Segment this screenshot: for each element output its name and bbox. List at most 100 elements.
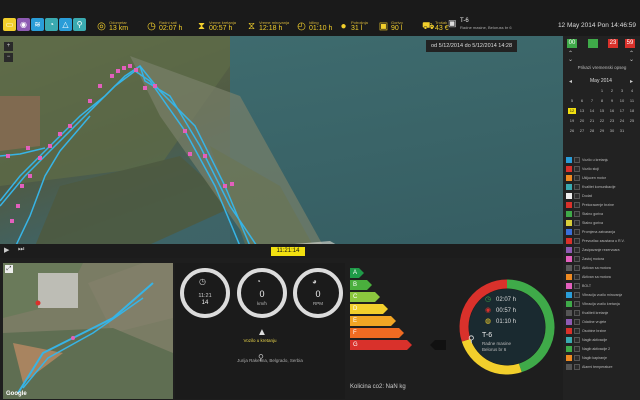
layers-icon[interactable]: ≋ — [31, 18, 44, 31]
expand-icon[interactable]: ⤢ — [5, 265, 13, 273]
calendar-day[interactable]: 8 — [598, 98, 606, 104]
legend-item[interactable]: Nagib kapiranje — [566, 354, 638, 362]
calendar-day[interactable]: 20 — [578, 118, 586, 124]
calendar-day[interactable]: 24 — [618, 118, 626, 124]
mini-map[interactable]: ⤢ — [3, 263, 173, 399]
play-button[interactable]: ▶ — [4, 246, 13, 255]
calendar-day[interactable]: 3 — [618, 88, 626, 94]
route-marker[interactable] — [188, 152, 192, 156]
eye-icon[interactable]: ◉ — [17, 18, 30, 31]
calendar-day[interactable]: 26 — [568, 128, 576, 134]
route-marker[interactable] — [183, 129, 187, 133]
warning-icon[interactable]: △ — [59, 18, 72, 31]
route-marker[interactable] — [110, 74, 114, 78]
calendar-day[interactable]: 14 — [588, 108, 596, 114]
route-marker[interactable] — [116, 69, 120, 73]
route-marker[interactable] — [88, 99, 92, 103]
clock-minutes-value[interactable]: 23 — [608, 39, 618, 48]
calendar-day[interactable]: 27 — [578, 128, 586, 134]
route-marker[interactable] — [6, 154, 10, 158]
legend-item[interactable]: Dodati — [566, 192, 638, 200]
legend-item[interactable]: Vozilo stoji — [566, 165, 638, 173]
calendar-day[interactable]: 13 — [578, 108, 586, 114]
route-marker[interactable] — [10, 219, 14, 223]
calendar-day[interactable]: 7 — [588, 98, 596, 104]
legend-item[interactable]: Vibracija vozilo mirovanja — [566, 291, 638, 299]
legend-item[interactable]: Aktivan sa motora — [566, 273, 638, 281]
time-range-title[interactable]: Prikazi vremenski opseg — [567, 65, 637, 70]
route-marker[interactable] — [58, 132, 62, 136]
calendar-day[interactable]: 1 — [598, 88, 606, 94]
down-arrow-icon[interactable]: ⌄ — [568, 56, 573, 63]
step-button[interactable]: ⏭ — [18, 246, 27, 255]
legend-item[interactable]: Vibracija vozilo kretanja — [566, 300, 638, 308]
route-marker[interactable] — [223, 184, 227, 188]
calendar-day[interactable]: 31 — [618, 128, 626, 134]
calendar-day[interactable]: 28 — [588, 128, 596, 134]
satellite-map[interactable]: + − — [0, 36, 563, 258]
calendar-day[interactable]: 18 — [628, 108, 636, 114]
legend-item[interactable]: Prevozilac zaustava u R.V. — [566, 237, 638, 245]
legend-item[interactable]: Prekoracenje brzine — [566, 201, 638, 209]
playback-time[interactable]: 11:21:14 — [271, 247, 305, 256]
legend-item[interactable]: Odatine vrujete — [566, 318, 638, 326]
legend-item[interactable]: Nagib aktivacije 2 — [566, 345, 638, 353]
calendar-day[interactable]: 4 — [628, 88, 636, 94]
calendar-day[interactable]: 5 — [568, 98, 576, 104]
route-marker[interactable] — [38, 156, 42, 160]
legend-item[interactable]: Vozilo u kretanju — [566, 156, 638, 164]
route-marker[interactable] — [122, 66, 126, 70]
legend-item[interactable]: Aktivan sa motora — [566, 264, 638, 272]
legend-item[interactable]: Promjena zatvaranja — [566, 228, 638, 236]
calendar-day[interactable]: 10 — [618, 98, 626, 104]
route-marker[interactable] — [68, 124, 72, 128]
calendar-day[interactable]: 23 — [608, 118, 616, 124]
legend-item[interactable]: Zasipavanje rezervoara — [566, 246, 638, 254]
zoom-out-button[interactable]: − — [4, 53, 13, 62]
calendar-day[interactable]: 17 — [618, 108, 626, 114]
legend-item[interactable]: Osobine brzine — [566, 327, 638, 335]
zoom-in-button[interactable]: + — [4, 42, 13, 51]
calendar-day[interactable]: 22 — [598, 118, 606, 124]
legend-item[interactable]: Nagib aktivacije — [566, 336, 638, 344]
route-marker[interactable] — [134, 68, 138, 72]
vehicle-info[interactable]: ▣ T-6 Radne masine, Beloruss br 6 — [448, 18, 512, 31]
route-marker[interactable] — [153, 84, 157, 88]
pin-icon[interactable]: ⚲ — [73, 18, 86, 31]
calendar-day[interactable]: 16 — [608, 108, 616, 114]
clock-hours[interactable]: 00 — [567, 39, 577, 48]
legend-item[interactable]: Stalno goriva — [566, 219, 638, 227]
route-marker[interactable] — [26, 146, 30, 150]
route-marker[interactable] — [143, 86, 147, 90]
calendar-day[interactable]: 19 — [568, 118, 576, 124]
gauge-icon[interactable]: ◔ — [45, 18, 58, 31]
calendar-prev-icon[interactable]: ◂ — [569, 78, 572, 85]
chat-icon[interactable]: ▭ — [3, 18, 16, 31]
calendar-next-icon[interactable]: ▸ — [630, 78, 633, 85]
route-marker[interactable] — [16, 204, 20, 208]
legend-item[interactable]: Alarmi temperature — [566, 363, 638, 371]
calendar-day[interactable]: 6 — [578, 98, 586, 104]
route-marker[interactable] — [20, 184, 24, 188]
route-marker[interactable] — [28, 174, 32, 178]
legend-item[interactable]: Kvalitet komunikacije — [566, 183, 638, 191]
legend-item[interactable]: Kvaliteti kretanje — [566, 309, 638, 317]
calendar-day[interactable]: 11 — [628, 98, 636, 104]
calendar-day[interactable]: 15 — [598, 108, 606, 114]
clock-seconds[interactable]: 59 — [625, 39, 635, 48]
route-marker[interactable] — [98, 84, 102, 88]
route-marker[interactable] — [128, 64, 132, 68]
calendar-day[interactable]: 29 — [598, 128, 606, 134]
route-marker[interactable] — [203, 154, 207, 158]
route-marker[interactable] — [48, 144, 52, 148]
calendar-day[interactable]: 21 — [588, 118, 596, 124]
clock-minutes[interactable] — [588, 39, 598, 48]
route-marker[interactable] — [230, 182, 234, 186]
calendar-day[interactable]: 25 — [628, 118, 636, 124]
down-arrow-icon[interactable]: ⌄ — [629, 56, 634, 63]
calendar-day[interactable]: 30 — [608, 128, 616, 134]
legend-item[interactable]: Zastoj motora — [566, 255, 638, 263]
legend-item[interactable]: Ukljucen motor — [566, 174, 638, 182]
legend-item[interactable]: Stalno goriva — [566, 210, 638, 218]
calendar-day[interactable]: 2 — [608, 88, 616, 94]
